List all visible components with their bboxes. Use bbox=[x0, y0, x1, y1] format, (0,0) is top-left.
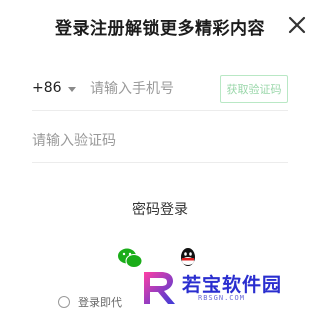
verification-code-input[interactable] bbox=[32, 130, 232, 152]
watermark-text: 若宝软件园 bbox=[182, 274, 283, 296]
page-title: 登录注册解锁更多精彩内容 bbox=[55, 19, 265, 39]
agreement-radio[interactable] bbox=[58, 296, 70, 308]
code-row bbox=[32, 122, 288, 163]
chevron-down-icon[interactable] bbox=[68, 87, 76, 92]
password-login-link[interactable]: 密码登录 bbox=[0, 199, 320, 219]
close-button[interactable] bbox=[286, 14, 308, 36]
get-code-button[interactable]: 获取验证码 bbox=[220, 75, 288, 103]
phone-row: +86 获取验证码 bbox=[32, 70, 288, 111]
watermark-subtext: RBSGN.COM bbox=[198, 294, 245, 302]
watermark: 若宝软件园 RBSGN.COM bbox=[138, 266, 300, 308]
phone-input[interactable] bbox=[90, 78, 210, 100]
agreement-text: 登录即代 bbox=[78, 296, 122, 309]
watermark-logo bbox=[144, 272, 175, 304]
country-code-selector[interactable]: +86 bbox=[32, 80, 62, 96]
close-icon bbox=[288, 16, 306, 34]
